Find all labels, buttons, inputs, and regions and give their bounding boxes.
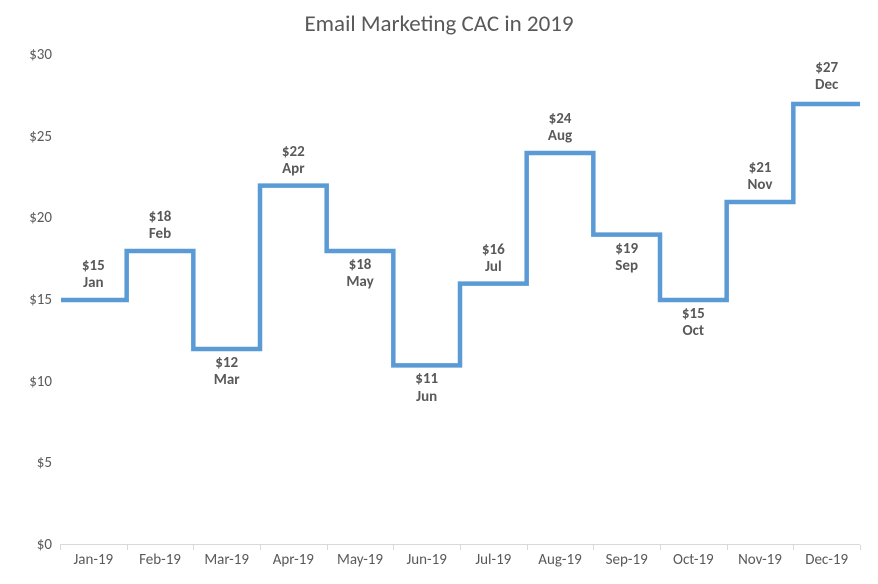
step-line	[60, 55, 860, 545]
data-label-month: May	[346, 274, 373, 291]
data-label-value: $12	[214, 355, 240, 372]
x-tick-label: Jul-19	[475, 545, 511, 569]
x-tick-mark	[860, 545, 861, 550]
data-label-month: Jul	[482, 259, 505, 276]
data-label-month: Sep	[615, 258, 638, 275]
x-tick-mark	[393, 545, 394, 550]
data-label-value: $15	[682, 306, 705, 323]
x-tick-label: Apr-19	[273, 545, 314, 569]
data-label-value: $18	[346, 257, 373, 274]
y-tick-label: $30	[29, 46, 60, 64]
data-label-month: Mar	[214, 372, 240, 389]
x-tick-mark	[727, 545, 728, 550]
data-label-value: $24	[548, 111, 572, 128]
chart-title: Email Marketing CAC in 2019	[0, 10, 878, 38]
y-tick-label: $15	[29, 291, 60, 309]
data-label: $22Apr	[282, 144, 305, 179]
data-label-month: Feb	[149, 226, 172, 243]
data-label: $15Oct	[682, 306, 705, 341]
data-label-month: Dec	[815, 77, 838, 94]
x-tick-label: Oct-19	[673, 545, 714, 569]
data-label-month: Jan	[82, 275, 105, 292]
x-tick-label: Feb-19	[139, 545, 181, 569]
x-tick-label: May-19	[337, 545, 383, 569]
data-label-value: $27	[815, 60, 838, 77]
data-label-value: $15	[82, 258, 105, 275]
data-label: $15Jan	[82, 258, 105, 293]
y-tick-label: $25	[29, 128, 60, 146]
data-label-month: Apr	[282, 161, 305, 178]
plot-area: $0$5$10$15$20$25$30Jan-19Feb-19Mar-19Apr…	[60, 55, 860, 545]
x-tick-label: Jun-19	[406, 545, 446, 569]
data-label-value: $22	[282, 144, 305, 161]
x-tick-mark	[460, 545, 461, 550]
x-tick-mark	[593, 545, 594, 550]
x-tick-label: Mar-19	[204, 545, 249, 569]
data-label: $24Aug	[548, 111, 572, 146]
step-path	[61, 104, 860, 365]
data-label: $12Mar	[214, 355, 240, 390]
x-tick-mark	[327, 545, 328, 550]
x-tick-mark	[60, 545, 61, 550]
data-label: $16Jul	[482, 242, 505, 277]
chart-container: Email Marketing CAC in 2019 $0$5$10$15$2…	[0, 0, 878, 584]
data-label-value: $18	[149, 209, 172, 226]
x-tick-label: Sep-19	[606, 545, 648, 569]
data-label-value: $19	[615, 241, 638, 258]
x-tick-mark	[193, 545, 194, 550]
data-label: $11Jun	[415, 371, 438, 406]
x-tick-mark	[793, 545, 794, 550]
data-label-value: $16	[482, 242, 505, 259]
y-tick-label: $10	[29, 373, 60, 391]
y-tick-label: $5	[37, 454, 60, 472]
x-tick-mark	[527, 545, 528, 550]
data-label-month: Jun	[415, 389, 438, 406]
data-label: $27Dec	[815, 60, 838, 95]
data-label: $21Nov	[748, 160, 773, 195]
data-label-value: $11	[415, 371, 438, 388]
y-tick-label: $20	[29, 209, 60, 227]
data-label-month: Oct	[682, 323, 705, 340]
x-tick-mark	[660, 545, 661, 550]
data-label-value: $21	[748, 160, 773, 177]
y-tick-label: $0	[37, 536, 60, 554]
data-label: $18May	[346, 257, 373, 292]
data-label-month: Nov	[748, 177, 773, 194]
data-label: $19Sep	[615, 241, 638, 276]
x-tick-label: Aug-19	[538, 545, 581, 569]
data-label: $18Feb	[149, 209, 172, 244]
x-tick-mark	[260, 545, 261, 550]
data-label-month: Aug	[548, 128, 572, 145]
x-tick-label: Dec-19	[805, 545, 848, 569]
x-tick-label: Jan-19	[74, 545, 114, 569]
x-tick-mark	[127, 545, 128, 550]
x-tick-label: Nov-19	[738, 545, 782, 569]
